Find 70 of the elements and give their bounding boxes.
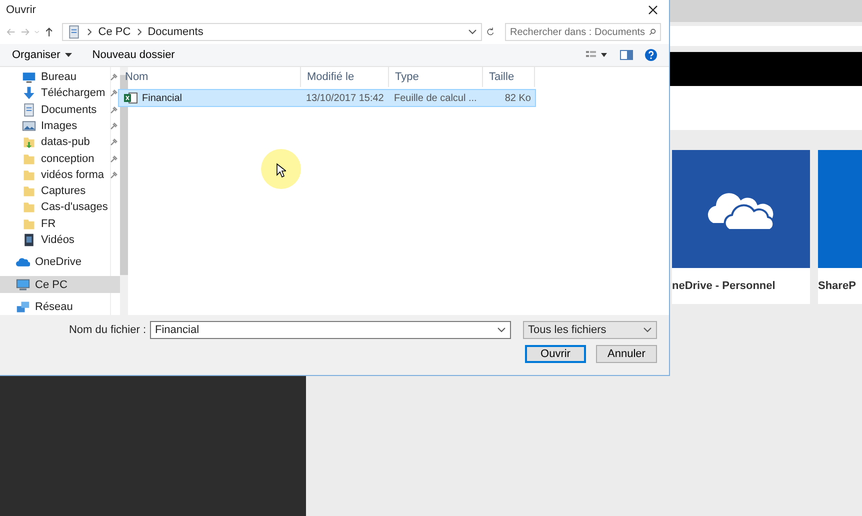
- file-type-dropdown[interactable]: Tous les fichiers: [523, 321, 657, 339]
- desktop-icon: [22, 70, 36, 84]
- folder-icon: [22, 168, 36, 182]
- sidebar-item[interactable]: Téléchargem: [0, 85, 120, 102]
- close-icon: [648, 5, 658, 15]
- column-header[interactable]: Taille: [483, 67, 535, 87]
- sidebar-item[interactable]: Bureau: [0, 69, 120, 86]
- sidebar-item[interactable]: Cas-d'usages: [0, 199, 120, 216]
- column-header[interactable]: Nom: [119, 67, 301, 87]
- organize-menu[interactable]: Organiser: [12, 47, 72, 63]
- file-name-field[interactable]: Financial: [150, 321, 511, 339]
- folder-icon: [22, 184, 36, 198]
- open-button[interactable]: Ouvrir: [525, 345, 586, 363]
- caret-icon: [65, 53, 72, 57]
- folder-icon: [22, 152, 36, 166]
- column-header[interactable]: Type: [389, 67, 483, 87]
- download-icon: [22, 86, 36, 100]
- app-tile[interactable]: ShareP: [818, 150, 862, 304]
- file-size: 82 Ko: [504, 92, 532, 104]
- document-icon: [67, 25, 82, 39]
- chevron-down-icon[interactable]: [468, 29, 478, 35]
- sidebar-item[interactable]: FR: [0, 216, 120, 232]
- address-bar[interactable]: Ce PC Documents: [62, 23, 482, 41]
- sidebar-item[interactable]: Captures: [0, 182, 120, 200]
- search-icon: [649, 27, 656, 37]
- sidebar-item[interactable]: Documents: [0, 102, 120, 118]
- cursor-highlight: [261, 149, 301, 189]
- new-folder-button[interactable]: Nouveau dossier: [92, 47, 175, 63]
- view-options-icon[interactable]: [586, 50, 608, 60]
- column-header[interactable]: Modifié le: [301, 67, 389, 87]
- spreadsheet-icon: [124, 92, 138, 104]
- app-tile[interactable]: neDrive - Personnel: [672, 150, 810, 304]
- file-type: Feuille de calcul ...: [393, 92, 478, 104]
- mouse-pointer-icon: [276, 163, 286, 178]
- preview-pane-icon[interactable]: [620, 50, 633, 60]
- file-row[interactable]: Financial 13/10/2017 15:42 Feuille de calcul ... 82 Ko: [119, 90, 535, 106]
- document-icon: [22, 102, 36, 117]
- sidebar-item[interactable]: Réseau: [0, 298, 120, 315]
- window-title: Ouvrir: [6, 4, 36, 16]
- computer-icon: [16, 278, 30, 292]
- chevron-down-icon: [643, 327, 652, 333]
- file-name: Financial: [142, 92, 182, 104]
- chevron-right-icon: [136, 28, 142, 36]
- sidebar-item[interactable]: Ce PC: [0, 276, 120, 293]
- chevron-right-icon: [87, 28, 92, 36]
- up-arrow-icon[interactable]: [44, 25, 54, 39]
- folder-icon: [22, 200, 36, 214]
- sidebar-item[interactable]: conception: [0, 150, 120, 167]
- sidebar-item[interactable]: datas-pub: [0, 134, 120, 150]
- video-icon: [22, 232, 36, 247]
- sidebar-item[interactable]: Vidéos: [0, 232, 120, 248]
- cloud-icon: [16, 255, 30, 270]
- breadcrumb[interactable]: Documents: [148, 26, 204, 38]
- cancel-button[interactable]: Annuler: [596, 345, 657, 363]
- folder-icon: [22, 216, 36, 231]
- breadcrumb[interactable]: Ce PC: [98, 26, 131, 38]
- sidebar-item[interactable]: OneDrive: [0, 254, 120, 270]
- sidebar-item[interactable]: Images: [0, 118, 120, 134]
- sidebar-item[interactable]: vidéos forma: [0, 166, 120, 183]
- tile-label: neDrive - Personnel: [672, 279, 776, 292]
- help-icon[interactable]: [645, 49, 657, 61]
- refresh-icon[interactable]: [486, 26, 495, 38]
- network-icon: [16, 300, 30, 314]
- modified-date: 13/10/2017 15:42: [305, 92, 385, 104]
- image-icon: [22, 118, 36, 133]
- chevron-down-icon[interactable]: [497, 327, 506, 333]
- tile-label: ShareP: [818, 279, 857, 292]
- file-name-label: Nom du fichier :: [68, 324, 146, 336]
- search-field[interactable]: Rechercher dans : Documents: [504, 23, 661, 41]
- folder-icon: [22, 135, 36, 150]
